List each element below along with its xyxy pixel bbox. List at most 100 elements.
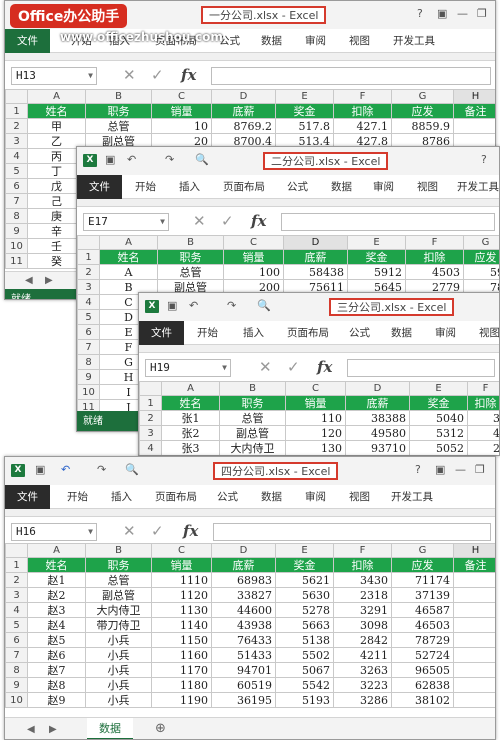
cell[interactable]: 赵8 [27,677,86,693]
column-header-c[interactable]: C [223,235,284,250]
row-header[interactable]: 8 [5,208,28,224]
tab-developer[interactable]: 开发工具 [391,485,433,509]
cell[interactable]: 职务 [85,103,152,119]
cancel-icon[interactable]: ✕ [193,212,206,230]
formula-input[interactable] [213,523,491,541]
select-all-corner[interactable] [5,543,28,558]
column-header-h[interactable]: H [453,543,495,558]
cell[interactable]: 张3 [161,440,220,455]
row-header[interactable]: 2 [5,572,28,588]
cell[interactable]: 小兵 [85,692,152,708]
tab-view[interactable]: 视图 [417,175,438,199]
cell[interactable]: 大内侍卫 [85,602,152,618]
cell[interactable]: 2 [467,440,499,455]
tab-file[interactable]: 文件 [5,29,50,53]
row-header[interactable]: 3 [5,133,28,149]
cell[interactable]: 赵6 [27,647,86,663]
name-box[interactable]: H19 ▼ [145,359,231,377]
cell[interactable]: 销量 [151,557,212,573]
cell[interactable]: 4211 [333,647,392,663]
select-all-corner[interactable] [139,381,162,396]
cell[interactable]: 甲 [27,118,86,134]
cell[interactable]: 4503 [405,264,464,280]
tab-home[interactable]: 开始 [197,321,218,345]
cell[interactable]: 10 [151,118,212,134]
select-all-corner[interactable] [5,89,28,104]
tab-home[interactable]: 开始 [67,485,88,509]
cell[interactable]: 110 [285,410,346,426]
tab-page-layout[interactable]: 页面布局 [155,485,197,509]
cell[interactable]: 底薪 [345,395,410,411]
column-header-h[interactable]: H [453,89,495,104]
cell[interactable]: 5542 [275,677,334,693]
cell[interactable]: 销量 [151,103,212,119]
cell[interactable]: 100 [223,264,284,280]
column-header-c[interactable]: C [285,381,346,396]
chevron-down-icon[interactable]: ▼ [222,360,227,376]
cell[interactable]: 赵5 [27,632,86,648]
cell[interactable] [453,118,495,134]
row-header[interactable]: 2 [5,118,28,134]
cell[interactable]: 93710 [345,440,410,455]
cell[interactable]: 62838 [391,677,454,693]
row-header[interactable]: 7 [77,339,100,355]
row-header[interactable]: 10 [5,692,28,708]
cell[interactable]: 赵9 [27,692,86,708]
cell[interactable]: 职务 [219,395,286,411]
cell[interactable]: 扣除 [405,249,464,265]
formula-input[interactable] [281,213,495,231]
cell[interactable]: 1110 [151,572,212,588]
column-header-a[interactable]: A [99,235,158,250]
cell[interactable]: 小兵 [85,662,152,678]
tab-formulas[interactable]: 公式 [287,175,308,199]
cell[interactable]: 小兵 [85,677,152,693]
cell[interactable]: 姓名 [27,103,86,119]
tab-insert[interactable]: 插入 [243,321,264,345]
cell[interactable]: 1120 [151,587,212,603]
cell[interactable]: 43938 [211,617,276,633]
cell[interactable]: 5040 [409,410,468,426]
cell[interactable]: 5138 [275,632,334,648]
cell[interactable]: 3430 [333,572,392,588]
cell[interactable]: 8859.9 [391,118,454,134]
cell[interactable] [453,572,495,588]
tab-review[interactable]: 审阅 [305,485,326,509]
minimize-icon[interactable]: — [455,463,466,476]
cell[interactable]: 3223 [333,677,392,693]
cell[interactable]: 49580 [345,425,410,441]
column-header-d[interactable]: D [345,381,410,396]
cell[interactable]: 96505 [391,662,454,678]
row-header[interactable]: 9 [77,369,100,385]
column-header-e[interactable]: E [347,235,406,250]
cell[interactable] [453,647,495,663]
cell[interactable]: 应发 [391,103,454,119]
cell[interactable]: 底薪 [211,103,276,119]
tab-data[interactable]: 数据 [331,175,352,199]
row-header[interactable]: 8 [77,354,100,370]
cell[interactable]: 68983 [211,572,276,588]
cell[interactable]: 总管 [157,264,224,280]
cancel-icon[interactable]: ✕ [123,66,136,84]
row-header[interactable]: 10 [77,384,100,400]
cell[interactable]: 大内侍卫 [219,440,286,455]
column-header-e[interactable]: E [275,89,334,104]
cancel-icon[interactable]: ✕ [259,358,272,376]
cell[interactable]: 小兵 [85,647,152,663]
select-all-corner[interactable] [77,235,100,250]
cell[interactable] [453,602,495,618]
cell[interactable]: 赵2 [27,587,86,603]
cell[interactable]: 59 [463,264,499,280]
cell[interactable]: 带刀侍卫 [85,617,152,633]
row-header[interactable]: 3 [77,279,100,295]
tab-developer[interactable]: 开发工具 [393,29,435,53]
cell[interactable]: 底薪 [211,557,276,573]
insert-function-icon[interactable]: fx [251,212,266,230]
column-header-c[interactable]: C [151,89,212,104]
row-header[interactable]: 11 [5,253,28,269]
column-header-b[interactable]: B [219,381,286,396]
name-box[interactable]: H16 ▼ [11,523,97,541]
row-header[interactable]: 2 [77,264,100,280]
print-preview-icon[interactable]: 🔍 [195,153,209,166]
column-header-e[interactable]: E [409,381,468,396]
cell[interactable]: 小兵 [85,632,152,648]
